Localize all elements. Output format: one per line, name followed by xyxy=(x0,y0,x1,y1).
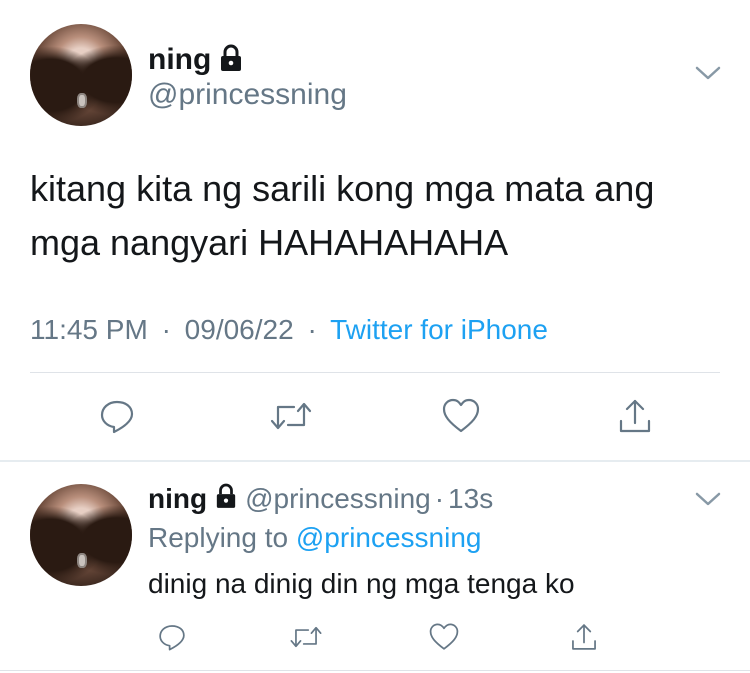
share-button[interactable] xyxy=(564,618,604,656)
author-name-row: ning xyxy=(148,40,243,80)
share-button[interactable] xyxy=(610,394,660,438)
display-name[interactable]: ning xyxy=(148,483,207,515)
like-button[interactable] xyxy=(436,394,486,438)
retweet-icon xyxy=(270,402,312,430)
display-name[interactable]: ning xyxy=(148,43,211,77)
tweet-text-line: kitang kita ng sarili kong mga mata ang xyxy=(30,168,655,209)
tweet-age[interactable]: 13s xyxy=(448,483,493,515)
avatar-hair xyxy=(30,24,132,126)
like-icon xyxy=(429,623,459,650)
chevron-down-icon[interactable] xyxy=(694,64,722,87)
lock-icon xyxy=(219,44,243,77)
reply-icon xyxy=(159,625,185,651)
retweet-icon xyxy=(290,626,322,648)
author-handle[interactable]: @princessning xyxy=(245,483,431,515)
avatar-hair xyxy=(30,484,132,586)
reply-text: dinig na dinig din ng mga tenga ko xyxy=(148,568,575,599)
avatar-necklace xyxy=(76,93,88,108)
tweet-source-link[interactable]: Twitter for iPhone xyxy=(330,314,548,345)
tweet-text-line: mga nangyari HAHAHAHAHA xyxy=(30,222,509,263)
replying-handle-link[interactable]: @princessning xyxy=(296,522,482,553)
main-tweet: ning @princessning kitang kita ng sarili… xyxy=(0,0,750,460)
tweet-date[interactable]: 09/06/22 xyxy=(185,314,294,345)
share-icon xyxy=(572,624,596,650)
tweet-meta: 11:45 PM · 09/06/22 · Twitter for iPhone xyxy=(30,314,548,346)
replying-to: Replying to @princessning xyxy=(148,522,482,554)
thread-separator xyxy=(0,460,750,462)
divider xyxy=(30,372,720,373)
tweet-time[interactable]: 11:45 PM xyxy=(30,314,148,345)
lock-icon xyxy=(215,483,237,516)
meta-separator: · xyxy=(161,314,171,345)
reply-button[interactable] xyxy=(152,618,192,656)
retweet-button[interactable] xyxy=(264,394,318,438)
reply-author-row: ning @princessning · 13s xyxy=(148,480,493,518)
avatar-necklace xyxy=(76,553,88,568)
meta-separator: · xyxy=(307,314,317,345)
divider xyxy=(0,670,750,671)
avatar[interactable] xyxy=(30,484,132,586)
chevron-down-icon[interactable] xyxy=(694,490,722,513)
replying-prefix: Replying to xyxy=(148,522,289,553)
author-handle[interactable]: @princessning xyxy=(148,78,347,112)
reply-button[interactable] xyxy=(92,394,142,438)
retweet-button[interactable] xyxy=(284,618,328,656)
meta-separator: · xyxy=(434,483,445,514)
reply-icon xyxy=(100,400,134,434)
avatar[interactable] xyxy=(30,24,132,126)
tweet-text: kitang kita ng sarili kong mga mata ang … xyxy=(30,162,730,270)
like-icon xyxy=(442,398,480,433)
like-button[interactable] xyxy=(424,618,464,656)
share-icon xyxy=(619,399,651,433)
